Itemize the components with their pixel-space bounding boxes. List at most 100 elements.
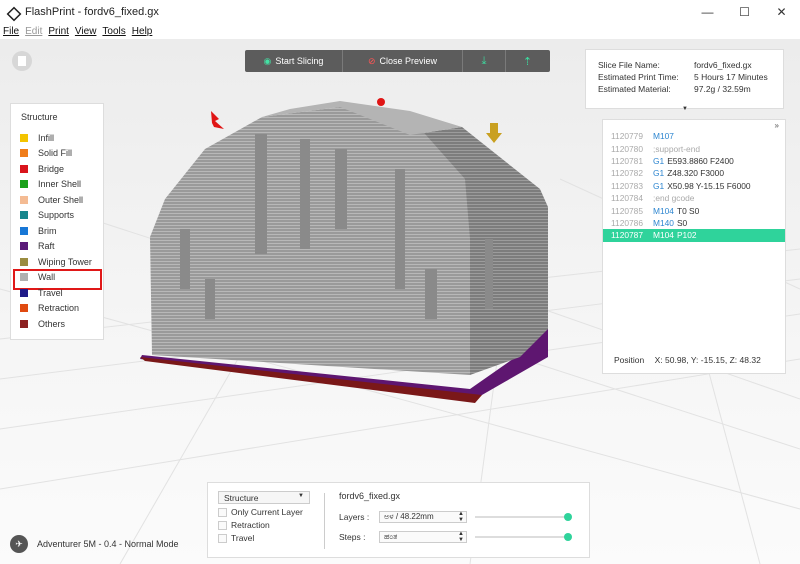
preview-controls: Structure ▼ Only Current Layer Retractio… <box>207 482 590 558</box>
legend-label: Wall <box>38 272 56 283</box>
legend-item-raft[interactable]: Raft <box>11 239 103 255</box>
legend-swatch <box>20 257 28 266</box>
menu-edit[interactable]: Edit <box>25 26 42 37</box>
legend-label: Bridge <box>38 163 65 174</box>
legend-item-inner-shell[interactable]: Inner Shell <box>11 177 103 193</box>
legend-swatch <box>20 195 28 204</box>
gcode-line-number: 1120780 <box>611 143 643 154</box>
steps-stepper[interactable]: ಹಂತ ▲ ▼ <box>379 530 467 543</box>
gcode-line-number: 1120784 <box>611 193 643 204</box>
gcode-line[interactable]: 1120785 M104 T0 S0 <box>603 204 785 216</box>
legend-item-retraction[interactable]: Retraction <box>11 301 103 317</box>
legend-swatch <box>20 226 28 235</box>
retraction-checkbox[interactable]: Retraction <box>218 520 318 530</box>
layers-slider-thumb[interactable] <box>564 512 572 521</box>
gcode-command: M140 <box>653 217 674 228</box>
legend-swatch <box>20 180 28 189</box>
legend-item-brim[interactable]: Brim <box>11 223 103 239</box>
legend-item-solid-fill[interactable]: Solid Fill <box>11 146 103 162</box>
gcode-line[interactable]: 1120784 ;end gcode <box>603 192 785 204</box>
no-entry-icon: ⊘ <box>367 55 376 66</box>
legend-swatch <box>20 149 28 158</box>
gcode-comment: ;end gcode <box>653 193 695 204</box>
gcode-args: Z48.320 F3000 <box>667 168 724 179</box>
machine-status[interactable]: ✈ Adventurer 5M - 0.4 - Normal Mode <box>10 535 179 553</box>
legend-item-bridge[interactable]: Bridge <box>11 161 103 177</box>
window-controls: — ☐ ✕ <box>689 0 800 23</box>
minimize-button[interactable]: — <box>689 0 726 23</box>
preview-file-name: fordv6_fixed.gx <box>339 491 401 501</box>
layers-row: Layers : ಅಳ / 48.22mm ▲ ▼ <box>339 510 579 523</box>
only-current-layer-checkbox[interactable]: Only Current Layer <box>218 507 318 517</box>
legend-label: Others <box>38 318 66 329</box>
collapse-arrow-icon[interactable]: ▼ <box>682 106 688 112</box>
start-slicing-button[interactable]: ◉ Start Slicing <box>245 50 343 72</box>
legend-swatch <box>20 288 28 297</box>
material-row: Estimated Material: 97.2g / 32.59m <box>598 84 751 94</box>
flashprint-logo-icon <box>6 6 18 18</box>
legend-label: Raft <box>38 241 55 252</box>
legend-item-others[interactable]: Others <box>11 316 103 332</box>
legend-item-supports[interactable]: Supports <box>11 208 103 224</box>
legend-item-wiping-tower[interactable]: Wiping Tower <box>11 254 103 270</box>
layers-slider[interactable] <box>475 511 572 523</box>
steps-slider[interactable] <box>475 531 572 543</box>
menu-file[interactable]: File <box>3 26 19 37</box>
play-circle-icon: ◉ <box>263 55 272 66</box>
red-dot-marker-icon <box>377 98 385 106</box>
travel-checkbox[interactable]: Travel <box>218 533 318 543</box>
gcode-list[interactable]: 1120779 M107 1120780 ;support-end 1120781 G1 E… <box>603 130 785 242</box>
menu-view[interactable]: View <box>75 26 97 37</box>
layers-stepper[interactable]: ಅಳ / 48.22mm ▲ ▼ <box>379 510 467 523</box>
title-bar: FlashPrint - fordv6_fixed.gx — ☐ ✕ <box>0 0 800 23</box>
legend-swatch <box>20 164 28 173</box>
expand-icon[interactable]: » <box>775 121 779 130</box>
legend-swatch <box>20 319 28 328</box>
chevron-down-icon: ▼ <box>298 493 304 499</box>
gcode-line-number: 1120779 <box>611 131 643 142</box>
gcode-args: E593.8860 F2400 <box>667 155 734 166</box>
steps-slider-thumb[interactable] <box>564 532 572 541</box>
gcode-panel: » 1120779 M107 1120780 ;support-end 1120781 G… <box>602 119 786 374</box>
stepper-arrows-icon: ▲ ▼ <box>458 530 464 543</box>
maximize-button[interactable]: ☐ <box>726 0 763 23</box>
view-mode-select[interactable]: Structure ▼ <box>218 491 310 504</box>
document-icon[interactable] <box>12 51 32 71</box>
close-window-button[interactable]: ✕ <box>763 0 800 23</box>
printer-icon: ✈ <box>10 535 28 553</box>
legend-item-outer-shell[interactable]: Outer Shell <box>11 192 103 208</box>
slice-file-name-row: Slice File Name: fordv6_fixed.gx <box>598 60 752 70</box>
legend-swatch <box>20 211 28 220</box>
gcode-command: G1 <box>653 168 665 179</box>
gcode-line[interactable]: 1120780 ;support-end <box>603 142 785 154</box>
gcode-line[interactable]: 1120781 G1 E593.8860 F2400 <box>603 155 785 167</box>
legend-label: Retraction <box>38 303 80 314</box>
gcode-line[interactable]: 1120787 M104 P102 <box>603 229 785 242</box>
gcode-line-number: 1120783 <box>611 180 643 191</box>
steps-row: Steps : ಹಂತ ▲ ▼ <box>339 530 579 543</box>
legend-item-infill[interactable]: Infill <box>11 130 103 146</box>
legend-title: Structure <box>21 112 58 122</box>
download-button[interactable]: ⤓ <box>463 50 506 72</box>
3d-viewport[interactable]: ◉ Start Slicing ⊘ Close Preview ⤓ ⇡ Slic… <box>0 39 800 564</box>
legend-item-travel[interactable]: Travel <box>11 285 103 301</box>
gcode-line-number: 1120786 <box>611 217 643 228</box>
gcode-line[interactable]: 1120779 M107 <box>603 130 785 142</box>
menu-help[interactable]: Help <box>132 26 153 37</box>
preview-toolbar: ◉ Start Slicing ⊘ Close Preview ⤓ ⇡ <box>245 50 550 72</box>
legend-swatch <box>20 273 28 282</box>
gcode-line[interactable]: 1120786 M140 S0 <box>603 217 785 229</box>
menu-tools[interactable]: Tools <box>102 26 125 37</box>
download-icon: ⤓ <box>481 54 487 67</box>
gcode-args: P102 <box>676 230 697 241</box>
close-preview-button[interactable]: ⊘ Close Preview <box>343 50 463 72</box>
red-marker-icon <box>211 111 224 129</box>
gcode-line[interactable]: 1120782 G1 Z48.320 F3000 <box>603 167 785 179</box>
gcode-line[interactable]: 1120783 G1 X50.98 Y-15.15 F6000 <box>603 180 785 192</box>
legend-item-wall[interactable]: Wall <box>11 268 103 289</box>
send-to-printer-icon: ⇡ <box>522 55 533 68</box>
legend-label: Brim <box>38 225 57 236</box>
send-to-printer-button[interactable]: ⇡ <box>506 50 549 72</box>
menu-print[interactable]: Print <box>48 26 69 37</box>
position-readout: Position X: 50.98, Y: -15.15, Z: 48.32 <box>614 355 761 365</box>
